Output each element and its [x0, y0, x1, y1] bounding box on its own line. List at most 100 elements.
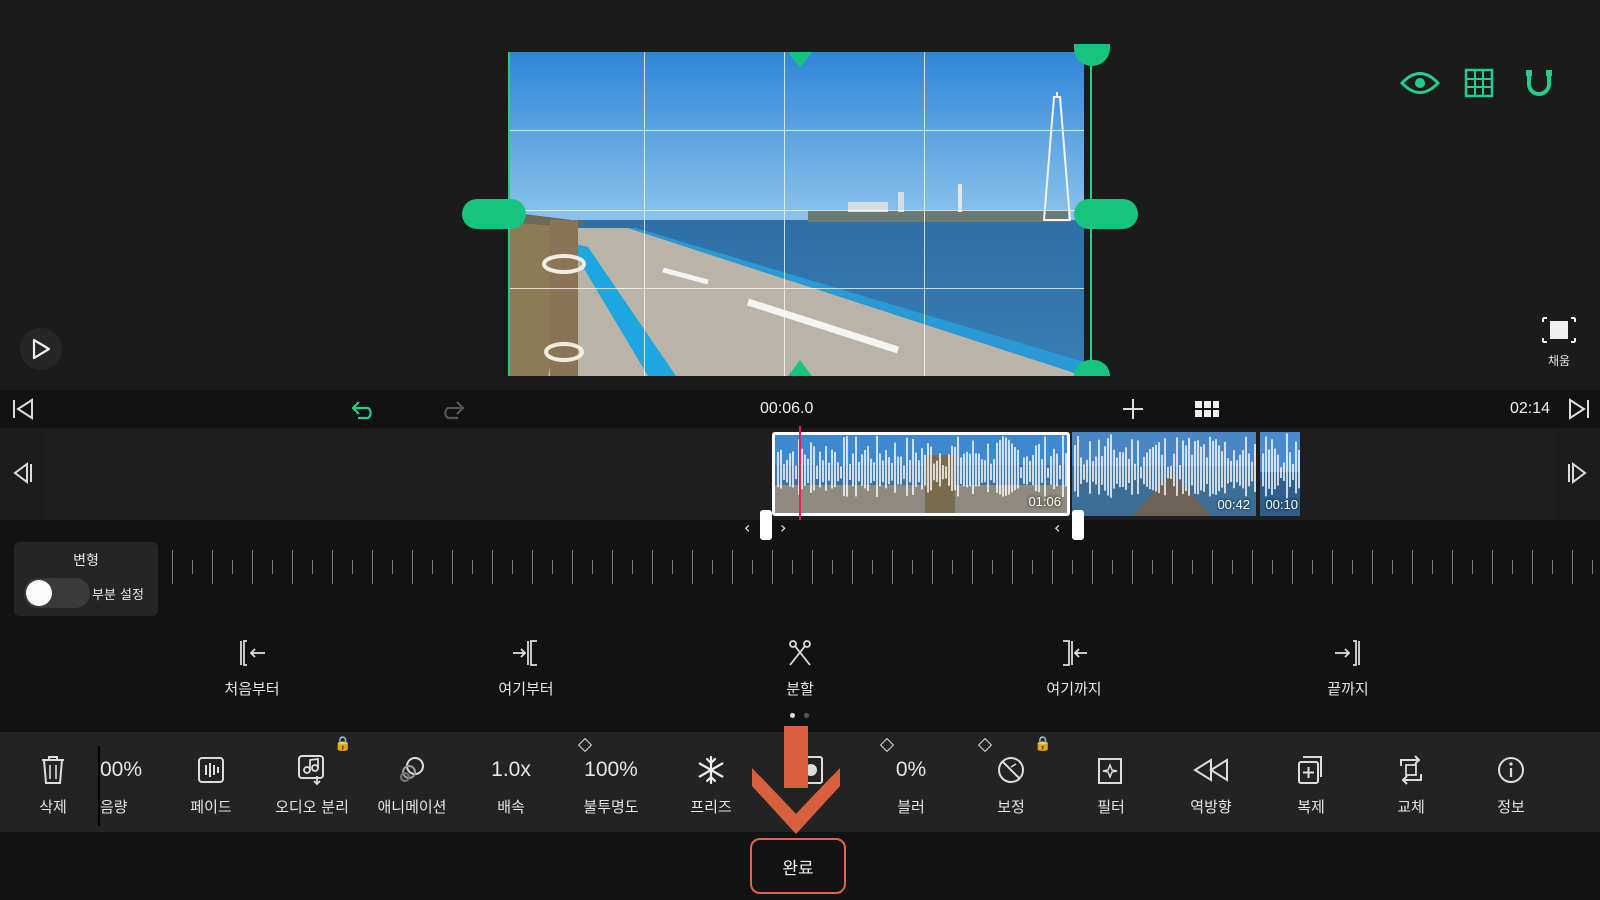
timeline-clip[interactable]: 00:42: [1072, 432, 1256, 516]
ruler-tick: [552, 560, 553, 574]
toggle-knob: [26, 580, 52, 606]
clip-thumbnail: [775, 435, 1067, 513]
action-label: 끝까지: [1327, 680, 1369, 698]
video-preview[interactable]: [508, 52, 1084, 376]
timeline-clip-selected[interactable]: 01:06: [772, 432, 1070, 516]
animation-icon: [400, 757, 424, 782]
duplicate-button[interactable]: 복제: [1262, 732, 1360, 832]
animation-button[interactable]: 애니메이션: [362, 732, 462, 832]
opacity-button[interactable]: 100% 불투명도: [562, 732, 660, 832]
trim-left-arrow: ‹: [1054, 518, 1061, 537]
audio-separate-button[interactable]: 오디오 분리 🔒: [262, 732, 362, 832]
ruler-tick: [872, 560, 873, 574]
transform-panel: 변형 부분 설정: [14, 542, 158, 616]
reverse-button[interactable]: 역방향: [1162, 732, 1260, 832]
ruler-tick: [212, 550, 213, 584]
skip-to-start-button[interactable]: [8, 395, 38, 423]
grid-icon[interactable]: [1462, 66, 1496, 100]
freeze-button[interactable]: 프리즈: [662, 732, 760, 832]
ruler-tick: [1052, 550, 1053, 584]
ruler-tick: [1132, 550, 1133, 584]
trim-to-here-button[interactable]: 여기까지: [1014, 638, 1134, 699]
ruler-tick: [892, 550, 893, 584]
trim-to-end-button[interactable]: 끝까지: [1288, 638, 1408, 699]
ruler-tick: [1392, 560, 1393, 574]
next-frame-button[interactable]: [1562, 458, 1592, 488]
resize-handle-right[interactable]: [1074, 199, 1138, 229]
split-button[interactable]: 분할: [740, 638, 860, 699]
ruler-tick: [372, 550, 373, 584]
total-time: 02:14: [1510, 400, 1551, 417]
ruler-tick: [692, 550, 693, 584]
ruler-tick: [1412, 550, 1413, 584]
adjust-button[interactable]: 보정 🔒: [962, 732, 1060, 832]
filter-button[interactable]: 필터: [1062, 732, 1160, 832]
ruler-tick: [432, 560, 433, 574]
add-button[interactable]: [1118, 394, 1148, 424]
ruler-tick: [1252, 550, 1253, 584]
grid-line: [924, 52, 925, 376]
ruler-tick: [292, 550, 293, 584]
ruler-tick: [1372, 550, 1373, 584]
ruler-tick: [632, 560, 633, 574]
rotate-handle-bottom-right[interactable]: [1074, 360, 1110, 376]
skip-to-end-button[interactable]: [1564, 395, 1594, 423]
play-button[interactable]: [20, 328, 62, 370]
trim-handle-right[interactable]: [1072, 510, 1084, 540]
prev-frame-button[interactable]: [8, 458, 38, 488]
replace-button[interactable]: 교체: [1362, 732, 1460, 832]
ruler-tick: [272, 560, 273, 574]
adjust-icon: [998, 757, 1024, 783]
fill-button[interactable]: 채움: [1534, 316, 1584, 378]
ruler-tick: [1212, 550, 1213, 584]
tool-label: 복제: [1297, 798, 1325, 816]
fade-icon: [198, 757, 224, 783]
done-button[interactable]: 완료: [750, 838, 846, 894]
info-button[interactable]: 정보: [1462, 732, 1560, 832]
tool-label: 블러: [897, 798, 925, 816]
trim-handle-left[interactable]: [760, 510, 772, 540]
magnet-icon[interactable]: [1522, 66, 1556, 100]
tool-label: 페이드: [190, 798, 232, 816]
next-frame-icon: [1568, 462, 1587, 484]
ruler-area: ‹ › ‹ 변형 부분 설정: [0, 510, 1600, 620]
ruler-tick: [1592, 560, 1593, 574]
volume-button[interactable]: 00% 음량: [72, 732, 162, 832]
blur-button[interactable]: 0% 블러: [862, 732, 960, 832]
layout-button[interactable]: [1192, 396, 1222, 422]
ruler-tick: [1192, 560, 1193, 574]
ruler-tick: [612, 550, 613, 584]
undo-button[interactable]: [348, 395, 378, 423]
time-ruler[interactable]: [0, 550, 1600, 590]
plus-icon: [1123, 399, 1143, 419]
redo-button[interactable]: [438, 395, 468, 423]
ruler-tick: [832, 560, 833, 574]
partial-setting-toggle[interactable]: [24, 578, 90, 608]
info-icon: [1498, 757, 1524, 783]
eye-icon[interactable]: [1400, 66, 1440, 100]
ruler-tick: [192, 560, 193, 574]
resize-handle-left[interactable]: [462, 199, 526, 229]
grid-line: [508, 288, 1084, 289]
skip-start-icon: [13, 398, 33, 420]
trim-from-start-button[interactable]: 처음부터: [192, 638, 312, 699]
action-label: 분할: [786, 680, 814, 698]
ruler-tick: [672, 560, 673, 574]
trim-from-here-button[interactable]: 여기부터: [466, 638, 586, 699]
ruler-tick: [472, 560, 473, 574]
fade-button[interactable]: 페이드: [162, 732, 260, 832]
keyframe-diamond-icon: [879, 737, 895, 753]
tool-label: 오디오 분리: [275, 798, 349, 816]
ruler-tick: [972, 550, 973, 584]
timeline-clip[interactable]: 00:10: [1260, 432, 1300, 516]
speed-button[interactable]: 1.0x 배속: [462, 732, 560, 832]
tool-label: 애니메이션: [377, 798, 447, 816]
trash-icon: [42, 756, 64, 784]
ruler-tick: [652, 550, 653, 584]
resize-handle-bottom[interactable]: [788, 360, 812, 376]
trim-actions: 처음부터 여기부터 분할 여기까지 끝까지: [0, 620, 1600, 732]
ruler-tick: [512, 560, 513, 574]
lock-icon: 🔒: [1034, 736, 1052, 752]
resize-handle-top[interactable]: [788, 52, 812, 68]
page-dot[interactable]: [804, 713, 809, 718]
